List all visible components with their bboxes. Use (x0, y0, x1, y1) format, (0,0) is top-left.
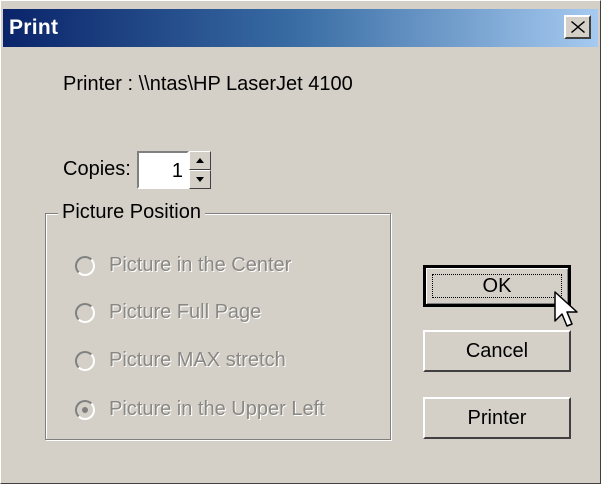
cancel-button-label: Cancel (465, 339, 529, 362)
spin-up-button[interactable] (189, 151, 211, 170)
cancel-button[interactable]: Cancel (423, 330, 571, 372)
radio-selected-dot (82, 407, 88, 413)
copies-spinner (189, 151, 211, 189)
arrow-up-icon (196, 158, 204, 163)
radio-label: Picture in the Center (109, 254, 292, 276)
close-button[interactable] (564, 15, 591, 39)
radio-circle (75, 351, 95, 371)
radio-circle (75, 256, 95, 276)
arrow-down-icon (196, 177, 204, 182)
radio-circle (75, 303, 95, 323)
group-title: Picture Position (58, 201, 205, 224)
spin-down-button[interactable] (189, 170, 211, 189)
copies-input[interactable]: 1 (137, 151, 189, 189)
printer-button[interactable]: Printer (423, 397, 571, 439)
radio-label: Picture MAX stretch (109, 349, 286, 371)
print-dialog: Print Printer : \\ntas\HP LaserJet 4100 … (0, 0, 601, 484)
radio-label: Picture Full Page (109, 301, 262, 323)
ok-button[interactable]: OK (423, 265, 571, 307)
copies-label: Copies: (63, 158, 131, 180)
window-title: Print (9, 16, 59, 39)
close-icon (570, 21, 585, 33)
printer-label: Printer : \\ntas\HP LaserJet 4100 (63, 73, 353, 95)
radio-label: Picture in the Upper Left (109, 398, 325, 420)
radio-circle-selected (75, 400, 95, 420)
mouse-pointer-icon (554, 291, 578, 327)
title-bar[interactable]: Print (3, 9, 598, 47)
printer-button-label: Printer (467, 406, 527, 429)
focus-rectangle (432, 274, 562, 298)
